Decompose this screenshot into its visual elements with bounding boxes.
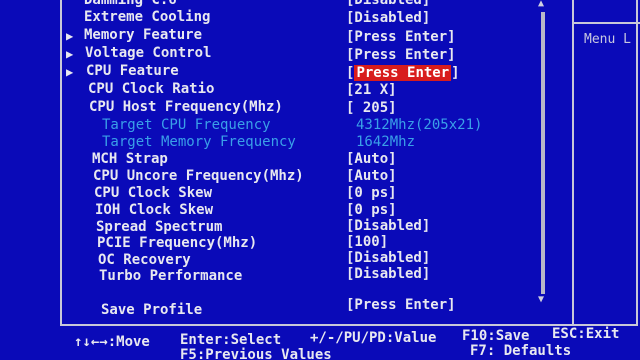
menu-item-save-profile[interactable]: Save Profile [101,302,202,319]
menu-item-cpu-clock-ratio[interactable]: CPU Clock Ratio [88,81,214,98]
scrollbar-track[interactable] [541,12,545,294]
menu-item-memory-feature[interactable]: Memory Feature [84,27,202,44]
menu-item-extreme-cooling[interactable]: Extreme Cooling [84,9,210,26]
menu-item-ioh-clock-skew[interactable]: IOH Clock Skew [95,202,213,219]
hint-defaults: F7: Defaults [470,343,572,359]
menu-value-ioh-clock-skew[interactable]: [0 ps] [346,202,397,219]
menu-item-cpu-clock-skew[interactable]: CPU Clock Skew [94,185,212,202]
info-target-memory-frequency: Target Memory Frequency [102,134,296,150]
menu-item-spread-spectrum[interactable]: Spread Spectrum [96,219,222,236]
menu-item-voltage-control[interactable]: Voltage Control [85,45,211,62]
info-value-target-cpu-frequency: 4312Mhz(205x21) [356,117,483,133]
menu-value-cpu-clock-skew[interactable]: [0 ps] [346,185,397,202]
menu-item-pcie-frequency[interactable]: PCIE Frequency(Mhz) [97,235,257,252]
menu-value-oc-recovery[interactable]: [Disabled] [346,250,430,267]
hint-move: ↑↓←→:Move [74,334,150,350]
help-divider [572,0,574,326]
menu-item-turbo-performance[interactable]: Turbo Performance [99,268,242,285]
menu-item-cpu-feature[interactable]: CPU Feature [86,63,179,80]
menu-value-cpu-feature-selected[interactable]: [Press Enter] [346,65,460,82]
menu-value-save-profile[interactable]: [Press Enter] [346,297,456,314]
scroll-down-icon[interactable]: ▼ [538,294,544,305]
menu-value-pcie-frequency[interactable]: [100] [346,234,388,251]
info-target-cpu-frequency: Target CPU Frequency [102,117,271,133]
hint-save: F10:Save [462,328,530,344]
hint-value: +/-/PU/PD:Value [310,330,437,346]
submenu-arrow-icon: ▶ [66,47,74,61]
menu-value-cpu-uncore-frequency[interactable]: [Auto] [346,168,397,185]
key-help-bar: ↑↓←→:Move Enter:Select +/-/PU/PD:Value F… [0,326,640,360]
menu-value-mch-strap[interactable]: [Auto] [346,151,397,168]
help-panel-title: Menu L [584,32,631,47]
info-value-target-memory-frequency: 1642Mhz [356,134,416,150]
hint-exit: ESC:Exit [552,326,620,342]
menu-item-cpu-uncore-frequency[interactable]: CPU Uncore Frequency(Mhz) [93,168,304,185]
menu-item-oc-recovery[interactable]: OC Recovery [98,252,191,269]
menu-value-voltage-control[interactable]: [Press Enter] [346,47,456,64]
menu-value-damming[interactable]: [Disabled] [346,0,430,9]
menu-value-cpu-host-frequency[interactable]: [ 205] [346,100,397,117]
bios-screen: Menu L Damming C.6 [Disabled] Extreme Co… [0,0,640,360]
menu-item-damming[interactable]: Damming C.6 [84,0,177,9]
scroll-up-icon[interactable]: ▲ [538,0,544,9]
menu-item-mch-strap[interactable]: MCH Strap [92,151,168,168]
submenu-arrow-icon: ▶ [66,29,74,43]
menu-value-memory-feature[interactable]: [Press Enter] [346,29,456,46]
selection-highlight: Press Enter [354,65,452,81]
hint-previous-values: F5:Previous Values [180,347,332,360]
help-separator [574,22,640,24]
menu-value-cpu-clock-ratio[interactable]: [21 X] [346,82,397,99]
menu-value-extreme-cooling[interactable]: [Disabled] [346,10,430,27]
scrollbar[interactable]: ▲ ▼ [538,0,548,310]
menu-value-spread-spectrum[interactable]: [Disabled] [346,218,430,235]
menu-item-cpu-host-frequency[interactable]: CPU Host Frequency(Mhz) [89,99,283,116]
hint-select: Enter:Select [180,332,282,348]
submenu-arrow-icon: ▶ [66,65,74,79]
menu-value-turbo-performance[interactable]: [Disabled] [346,266,430,283]
